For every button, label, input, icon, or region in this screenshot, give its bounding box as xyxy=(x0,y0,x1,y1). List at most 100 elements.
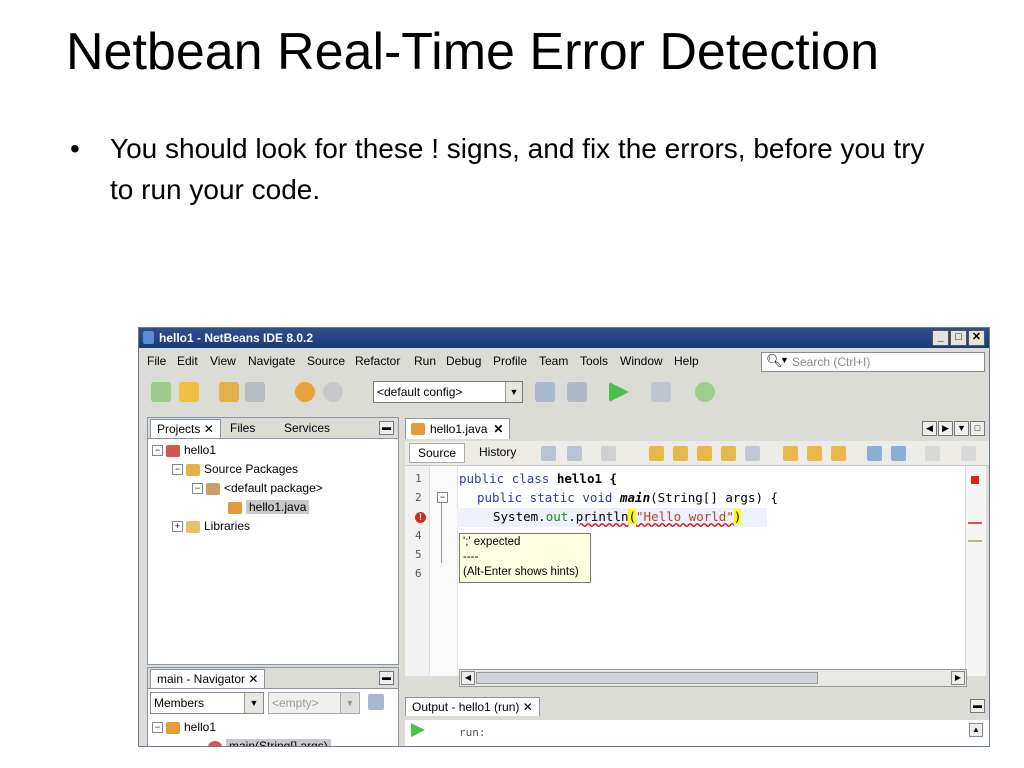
find-next-icon[interactable] xyxy=(697,446,712,461)
open-project-icon[interactable] xyxy=(219,382,239,402)
new-project-icon[interactable] xyxy=(179,382,199,402)
close-button[interactable]: ✕ xyxy=(968,330,985,346)
filter-icon[interactable] xyxy=(368,694,384,710)
output-console[interactable]: run: ▲ xyxy=(405,720,989,746)
tab-output[interactable]: Output - hello1 (run) ✕ xyxy=(405,697,540,716)
split-icon[interactable] xyxy=(961,446,976,461)
forward-icon[interactable] xyxy=(601,446,616,461)
scroll-left-icon[interactable]: ◀ xyxy=(461,671,475,685)
menu-team[interactable]: Team xyxy=(539,354,568,368)
navigator-item-main[interactable]: main(String[] args) xyxy=(208,737,331,746)
hammer-build-icon[interactable] xyxy=(535,382,555,402)
scrollbar-thumb[interactable] xyxy=(476,672,818,684)
menu-view[interactable]: View xyxy=(210,354,236,368)
collapse-icon[interactable]: − xyxy=(152,445,163,457)
find-icon[interactable] xyxy=(649,446,664,461)
scroll-up-icon[interactable]: ▲ xyxy=(969,723,983,737)
tree-item-libraries[interactable]: + Libraries xyxy=(172,517,250,535)
tab-navigator[interactable]: main - Navigator ✕ xyxy=(150,669,266,688)
minimize-panel-button[interactable]: ▬ xyxy=(379,671,394,685)
menu-window[interactable]: Window xyxy=(620,354,663,368)
error-mark[interactable] xyxy=(968,522,982,524)
toggle-rectangular-icon[interactable] xyxy=(745,446,760,461)
find-previous-icon[interactable] xyxy=(673,446,688,461)
chevron-down-icon[interactable]: ▼ xyxy=(954,421,969,436)
debug-icon[interactable] xyxy=(651,382,671,402)
code-line-2: public static void main(String[] args) { xyxy=(477,490,778,505)
fold-collapse-icon[interactable]: − xyxy=(437,492,448,503)
tab-history[interactable]: History xyxy=(471,443,524,461)
minimize-panel-button[interactable]: ▬ xyxy=(970,699,985,713)
tab-services[interactable]: Services xyxy=(278,419,336,437)
profile-icon[interactable] xyxy=(695,382,715,402)
tab-files[interactable]: Files xyxy=(224,419,261,437)
expand-icon[interactable]: + xyxy=(172,521,183,533)
warning-mark[interactable] xyxy=(968,540,982,542)
empty-select[interactable]: <empty> ▼ xyxy=(268,692,360,714)
comment-icon[interactable] xyxy=(925,446,940,461)
tab-source[interactable]: Source xyxy=(409,443,466,463)
next-bookmark-icon[interactable] xyxy=(807,446,822,461)
last-edit-icon[interactable] xyxy=(541,446,556,461)
clean-build-icon[interactable] xyxy=(567,382,587,402)
collapse-icon[interactable]: − xyxy=(152,722,163,734)
maximize-icon[interactable]: □ xyxy=(970,421,985,436)
menu-help[interactable]: Help xyxy=(674,354,699,368)
line-number: 5 xyxy=(415,548,422,561)
editor-toolbar: Source History xyxy=(405,441,989,466)
menu-profile[interactable]: Profile xyxy=(493,354,527,368)
toggle-highlight-icon[interactable] xyxy=(721,446,736,461)
tooltip-separator: ---- xyxy=(463,551,479,563)
run-play-icon[interactable] xyxy=(609,382,629,402)
collapse-icon[interactable]: − xyxy=(192,483,203,495)
keyword: public class xyxy=(459,471,550,486)
back-icon[interactable] xyxy=(567,446,582,461)
redo-icon[interactable] xyxy=(323,382,343,402)
close-icon[interactable]: ✕ xyxy=(204,422,214,436)
menu-edit[interactable]: Edit xyxy=(177,354,198,368)
horizontal-scrollbar[interactable]: ◀ ▶ xyxy=(459,669,967,687)
tree-item-source-packages[interactable]: − Source Packages xyxy=(172,460,298,478)
error-indicator-icon[interactable] xyxy=(971,476,979,484)
navigator-item-class[interactable]: − hello1 xyxy=(152,718,216,736)
members-select[interactable]: Members ▼ xyxy=(150,692,264,714)
tree-item-default-package[interactable]: − <default package> xyxy=(192,479,323,497)
tab-projects[interactable]: Projects ✕ xyxy=(150,419,221,438)
shift-right-icon[interactable] xyxy=(891,446,906,461)
menu-debug[interactable]: Debug xyxy=(446,354,481,368)
menu-navigate[interactable]: Navigate xyxy=(248,354,295,368)
tree-label: hello1.java xyxy=(246,500,310,514)
rerun-icon[interactable] xyxy=(411,723,425,737)
scroll-right-icon[interactable]: ▶ xyxy=(951,671,965,685)
menu-run[interactable]: Run xyxy=(414,354,436,368)
tree-item-project[interactable]: − hello1 xyxy=(152,441,216,459)
arrow-left-icon[interactable]: ◀ xyxy=(922,421,937,436)
close-icon[interactable]: ✕ xyxy=(493,422,503,436)
search-box[interactable]: 🔍︎ ▼ Search (Ctrl+I) xyxy=(761,352,985,372)
config-select[interactable]: <default config> ▼ xyxy=(373,381,523,403)
shift-left-icon[interactable] xyxy=(867,446,882,461)
tree-item-hello1-java[interactable]: hello1.java xyxy=(228,498,310,516)
new-file-icon[interactable] xyxy=(151,382,171,402)
save-all-icon[interactable] xyxy=(245,382,265,402)
menu-file[interactable]: File xyxy=(147,354,166,368)
error-badge-icon[interactable]: ! xyxy=(415,512,426,523)
maximize-button[interactable]: □ xyxy=(950,330,967,346)
previous-bookmark-icon[interactable] xyxy=(783,446,798,461)
minimize-button[interactable]: _ xyxy=(932,330,949,346)
arrow-right-icon[interactable]: ▶ xyxy=(938,421,953,436)
tab-hello1-java[interactable]: hello1.java ✕ xyxy=(405,418,511,439)
code-line-1: public class hello1 { xyxy=(459,471,617,486)
undo-icon[interactable] xyxy=(295,382,315,402)
toggle-bookmark-icon[interactable] xyxy=(831,446,846,461)
close-icon[interactable]: ✕ xyxy=(523,700,533,714)
collapse-icon[interactable]: − xyxy=(172,464,183,476)
menu-source[interactable]: Source xyxy=(307,354,345,368)
minimize-panel-button[interactable]: ▬ xyxy=(379,421,394,435)
tree-label: hello1 xyxy=(184,443,217,457)
menu-refactor[interactable]: Refactor xyxy=(355,354,400,368)
keyword: public static void xyxy=(477,490,613,505)
menu-tools[interactable]: Tools xyxy=(580,354,608,368)
close-icon[interactable]: ✕ xyxy=(248,672,258,686)
slide-title: Netbean Real-Time Error Detection xyxy=(66,23,880,81)
